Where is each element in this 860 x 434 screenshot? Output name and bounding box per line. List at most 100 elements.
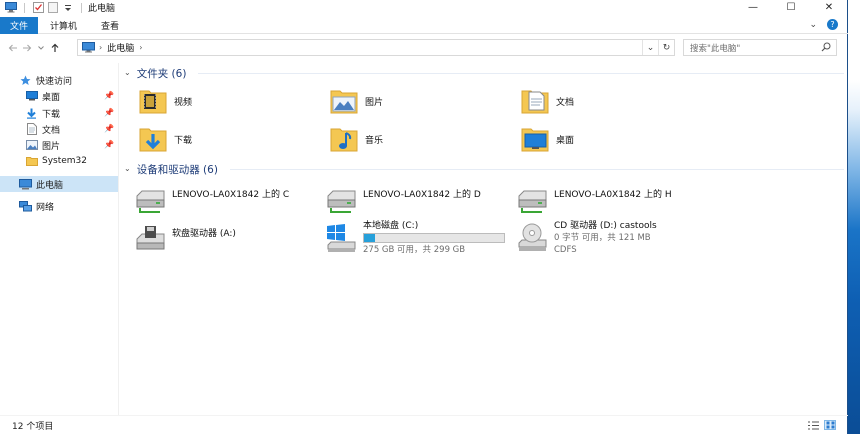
nav-label: 文档	[42, 125, 61, 136]
network-drive-icon	[516, 185, 548, 217]
details-view-icon[interactable]	[807, 420, 819, 430]
refresh-icon[interactable]: ↻	[658, 40, 674, 55]
pin-icon[interactable]: 📌	[104, 91, 114, 100]
forward-button[interactable]	[20, 39, 34, 57]
forward-arrow-icon	[23, 44, 32, 51]
properties-icon[interactable]	[32, 2, 44, 13]
folder-label: 视频	[174, 97, 193, 108]
pin-icon[interactable]: 📌	[104, 124, 114, 133]
search-icon	[821, 42, 831, 52]
window-title: 此电脑	[88, 4, 116, 14]
network-drive-d[interactable]: LENOVO-LA0X1842 上的 D	[325, 183, 481, 219]
sidebar-item-downloads[interactable]: 下载 📌	[0, 105, 118, 121]
help-icon[interactable]: ?	[827, 19, 838, 30]
chevron-down-icon[interactable]: ⌄	[124, 164, 131, 173]
address-dropdown-icon[interactable]: ⌄	[642, 40, 658, 55]
pin-icon[interactable]: 📌	[104, 108, 114, 117]
customize-toolbar-icon[interactable]	[62, 2, 74, 13]
recent-locations-button[interactable]	[34, 39, 48, 57]
toolbar-divider	[24, 2, 25, 13]
item-count: 12 个项目	[12, 421, 54, 432]
maximize-button[interactable]: ☐	[772, 0, 810, 15]
view-toggle	[807, 420, 836, 430]
folder-documents[interactable]: 文档	[520, 83, 574, 119]
network-drive-c[interactable]: LENOVO-LA0X1842 上的 C	[134, 183, 289, 219]
up-arrow-icon	[51, 43, 59, 52]
nav-label: 快速访问	[36, 76, 73, 87]
content-pane: ⌄ 文件夹 (6) 视频 图片 文档 下载 音乐 桌面 ⌄ 设备和驱动器 (6)…	[120, 63, 848, 415]
folder-label: 图片	[365, 97, 384, 108]
local-disk-c[interactable]: 本地磁盘 (C:) 275 GB 可用，共 299 GB	[325, 220, 505, 256]
minimize-button[interactable]: —	[734, 0, 772, 15]
folder-label: 音乐	[365, 135, 384, 146]
drive-name: LENOVO-LA0X1842 上的 C	[172, 190, 290, 200]
folder-downloads[interactable]: 下载	[138, 121, 192, 157]
sidebar-item-network[interactable]: 网络	[0, 198, 118, 214]
tab-file[interactable]: 文件	[0, 16, 38, 34]
computer-icon	[82, 42, 95, 53]
title-bar: 此电脑 — ☐ ✕	[0, 0, 848, 15]
videos-folder-icon	[138, 85, 168, 117]
expand-ribbon-icon[interactable]: ⌄	[809, 20, 817, 30]
back-arrow-icon	[8, 44, 17, 51]
folder-music[interactable]: 音乐	[329, 121, 383, 157]
drive-free-space: 0 字节 可用，共 121 MB	[554, 233, 651, 243]
nav-label: 桌面	[42, 92, 61, 103]
group-header-devices[interactable]: ⌄ 设备和驱动器 (6)	[124, 161, 844, 177]
close-button[interactable]: ✕	[810, 0, 848, 15]
pictures-folder-icon	[329, 85, 359, 117]
folder-pictures[interactable]: 图片	[329, 83, 383, 119]
sidebar-item-documents[interactable]: 文档 📌	[0, 121, 118, 137]
ribbon-tabs: 文件 计算机 查看 ⌄ ?	[0, 16, 848, 34]
folder-videos[interactable]: 视频	[138, 83, 192, 119]
disk-usage-fill	[364, 234, 376, 242]
sidebar-item-pictures[interactable]: 图片 📌	[0, 137, 118, 153]
pin-icon[interactable]: 📌	[104, 140, 114, 149]
star-icon	[19, 74, 32, 86]
drive-name: 软盘驱动器 (A:)	[172, 229, 236, 239]
sidebar-item-desktop[interactable]: 桌面 📌	[0, 88, 118, 104]
nav-quick-access[interactable]: 快速访问	[0, 72, 118, 88]
address-bar-actions: ⌄ ↻	[642, 40, 674, 55]
drive-name: LENOVO-LA0X1842 上的 D	[363, 190, 481, 200]
tab-computer[interactable]: 计算机	[38, 17, 89, 34]
floppy-drive-a[interactable]: 软盘驱动器 (A:)	[134, 220, 236, 256]
network-drive-icon	[134, 185, 166, 217]
nav-label: 下载	[42, 109, 61, 120]
folder-label: 文档	[556, 97, 575, 108]
toolbar-divider	[81, 2, 82, 13]
large-icons-view-icon[interactable]	[824, 420, 836, 430]
chevron-down-icon	[38, 45, 44, 50]
chevron-down-icon[interactable]: ⌄	[124, 68, 131, 77]
desktop-background	[848, 0, 860, 434]
disk-usage-bar	[363, 233, 505, 243]
desktop-folder-icon	[520, 123, 550, 155]
network-drive-h[interactable]: LENOVO-LA0X1842 上的 H	[516, 183, 672, 219]
drive-name: LENOVO-LA0X1842 上的 H	[554, 190, 672, 200]
cd-drive-icon	[516, 222, 548, 254]
back-button[interactable]	[6, 39, 20, 57]
document-icon	[25, 123, 38, 135]
nav-label: System32	[42, 156, 88, 166]
download-icon	[25, 107, 38, 119]
breadcrumb-separator-icon[interactable]: ›	[139, 43, 142, 52]
downloads-folder-icon	[138, 123, 168, 155]
sidebar-item-this-pc[interactable]: 此电脑	[0, 176, 118, 192]
ribbon-right-controls: ⌄ ?	[809, 19, 838, 30]
up-button[interactable]	[48, 39, 62, 57]
folder-desktop[interactable]: 桌面	[520, 121, 574, 157]
tab-view[interactable]: 查看	[89, 17, 131, 34]
breadcrumb-separator-icon[interactable]: ›	[99, 43, 102, 52]
breadcrumb-this-pc[interactable]: 此电脑	[107, 41, 134, 54]
drive-filesystem: CDFS	[554, 245, 577, 255]
new-folder-icon[interactable]	[47, 2, 59, 13]
cd-drive-d[interactable]: CD 驱动器 (D:) castools 0 字节 可用，共 121 MB CD…	[516, 220, 657, 256]
search-input[interactable]: 搜索"此电脑"	[683, 39, 837, 56]
explorer-window: 此电脑 — ☐ ✕ 文件 计算机 查看 ⌄ ? › 此电脑 › ⌄ ↻ 搜索"此…	[0, 0, 848, 434]
group-header-folders[interactable]: ⌄ 文件夹 (6)	[124, 65, 844, 81]
drive-name: CD 驱动器 (D:) castools	[554, 221, 657, 231]
address-bar[interactable]: › 此电脑 › ⌄ ↻	[77, 39, 675, 56]
group-divider	[198, 73, 844, 74]
sidebar-item-system32[interactable]: System32	[0, 153, 118, 169]
search-placeholder: 搜索"此电脑"	[690, 43, 741, 54]
